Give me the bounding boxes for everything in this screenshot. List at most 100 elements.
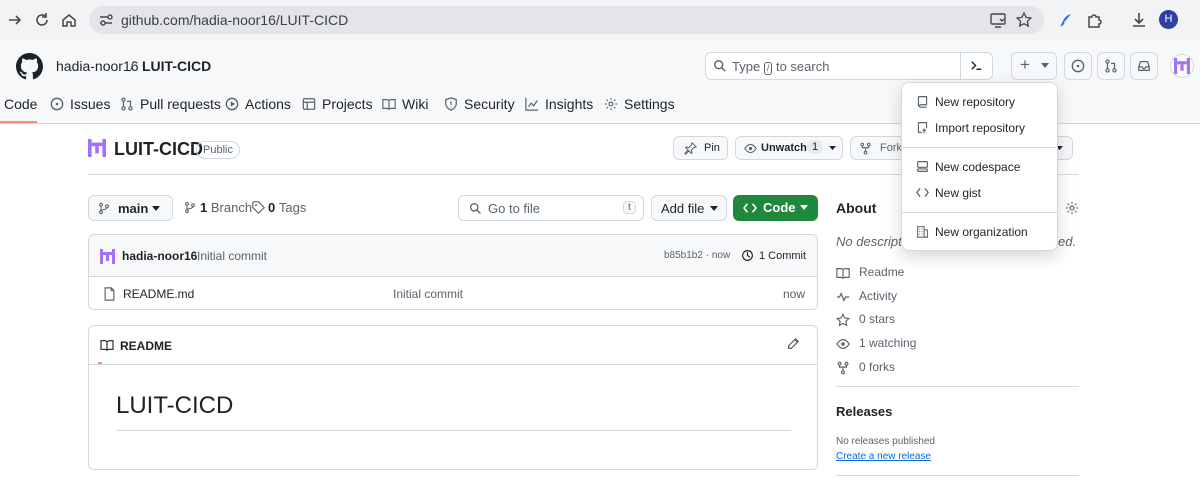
code-icon [743,203,757,213]
eye-icon [836,339,850,349]
author-avatar-icon[interactable] [100,249,115,264]
go-to-file-shortcut: t [623,201,636,214]
forward-arrow-icon[interactable] [6,11,24,29]
watch-count-badge: 1 [807,140,824,154]
eye-icon [744,143,757,154]
codespace-icon [917,161,928,172]
inbox-button[interactable] [1130,52,1158,80]
repo-push-icon [917,122,928,134]
unwatch-button[interactable]: Unwatch 1 [735,136,843,160]
caret-down-icon [829,146,836,151]
fork-button[interactable]: Fork [850,136,902,160]
owner-link[interactable]: hadia-noor16 [56,58,139,74]
menu-new-repository[interactable]: New repository [902,93,1057,115]
commit-sha-time[interactable]: b85b1b2 · now [664,250,730,261]
pencil-icon[interactable] [786,337,800,351]
about-watching-label: 1 watching [859,336,917,350]
branch-name: main [118,201,149,216]
menu-new-gist-label: New gist [935,186,982,200]
search-input[interactable]: Type / to search [705,52,993,80]
about-activity-label: Activity [859,289,898,303]
about-divider [836,386,1079,387]
bookmark-star-icon[interactable] [1015,11,1033,29]
file-row[interactable]: README.md Initial commit now [89,277,817,309]
branches-link[interactable]: 1 Branch [184,200,252,215]
table-icon [302,98,316,110]
branch-count-label: Branch [210,200,253,215]
repo-title[interactable]: LUIT-CICD [114,139,203,160]
issue-icon [50,97,64,111]
pull-requests-header-button[interactable] [1097,52,1125,80]
extension-feather-icon[interactable] [1057,11,1075,29]
star-icon [836,313,850,327]
file-name[interactable]: README.md [123,287,194,301]
pull-request-icon [1105,59,1117,73]
create-release-link[interactable]: Create a new release [836,451,931,462]
tab-actions-label: Actions [245,96,291,112]
file-commit-message[interactable]: Initial commit [393,287,463,301]
unwatch-label: Unwatch [761,142,807,154]
tab-security-label: Security [464,96,515,112]
code-button[interactable]: Code [733,195,818,221]
fork-icon [837,361,849,375]
play-icon [225,97,239,111]
search-icon [469,202,481,214]
tab-wiki-label: Wiki [402,96,429,112]
tab-settings-label: Settings [624,96,675,112]
commit-message[interactable]: Initial commit [197,249,267,263]
extensions-puzzle-icon[interactable] [1086,11,1104,29]
book-icon [836,268,850,279]
tab-insights-label: Insights [545,96,594,112]
menu-new-codespace[interactable]: New codespace [902,158,1057,180]
readme-tab[interactable]: README [98,326,172,364]
tags-link[interactable]: 0 Tags [252,200,306,215]
repo-link[interactable]: LUIT-CICD [142,58,211,74]
search-placeholder-suffix: to search [775,59,830,74]
command-palette-button[interactable] [960,52,992,80]
download-icon[interactable] [1130,11,1148,29]
pin-button[interactable]: Pin [673,136,728,160]
address-bar[interactable]: github.com/hadia-noor16/LUIT-CICD [89,6,1044,34]
search-placeholder-prefix: Type [732,59,761,74]
search-shortcut-key: / [763,62,773,75]
create-new-button[interactable]: + [1011,52,1057,80]
menu-import-repository[interactable]: Import repository [902,119,1057,141]
releases-title[interactable]: Releases [836,404,892,419]
tag-icon [252,201,265,214]
repo-icon [917,96,928,108]
add-file-button[interactable]: Add file [651,195,727,221]
tab-issues-label: Issues [70,96,111,112]
menu-separator [902,147,1057,148]
reload-icon[interactable] [33,11,51,29]
user-avatar[interactable] [1170,54,1194,78]
code-icon [916,188,929,197]
commit-count-link[interactable]: 1 Commit [759,250,806,262]
site-settings-icon[interactable] [97,11,115,29]
caret-down-icon [800,205,808,210]
about-description-end: ed. [1058,234,1077,249]
install-app-icon[interactable] [989,11,1007,29]
about-readme-label: Readme [859,265,905,279]
gear-icon[interactable] [1065,201,1079,215]
branch-select-button[interactable]: main [88,195,173,221]
pulse-icon [836,291,850,303]
search-placeholder: Type / to search [732,59,829,75]
browser-profile-avatar[interactable]: H [1159,10,1178,29]
history-icon [742,250,753,261]
github-logo-icon[interactable] [16,53,43,80]
tab-projects-label: Projects [322,96,373,112]
issues-header-button[interactable] [1064,52,1092,80]
home-icon[interactable] [60,11,78,29]
url-text[interactable]: github.com/hadia-noor16/LUIT-CICD [121,12,348,28]
readme-header-divider [89,364,817,365]
menu-new-gist[interactable]: New gist [902,184,1057,206]
menu-separator [902,212,1057,213]
visibility-badge: Public [196,141,240,159]
readme-heading-rule [116,430,791,431]
commit-author[interactable]: hadia-noor16 [122,249,197,263]
file-icon [104,287,115,301]
menu-new-organization[interactable]: New organization [902,223,1057,245]
go-to-file-input[interactable]: Go to file t [458,195,644,221]
terminal-icon [971,61,982,70]
branch-count: 1 [200,200,208,215]
